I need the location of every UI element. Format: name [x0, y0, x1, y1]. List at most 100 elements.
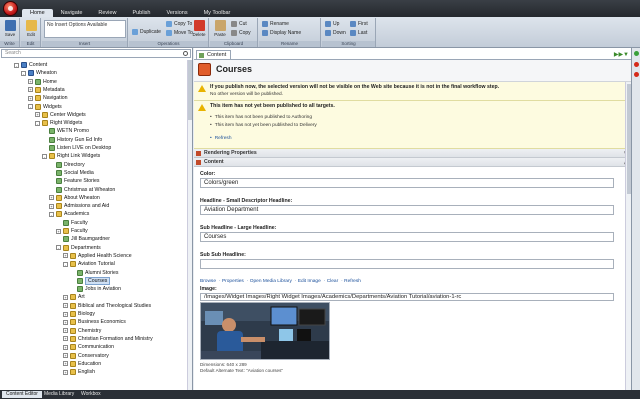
expand-icon[interactable]: +	[63, 328, 68, 334]
tab-navigate[interactable]: Navigate	[53, 9, 91, 17]
down-button[interactable]: Down	[324, 29, 346, 37]
tree-scrollbar[interactable]	[187, 60, 192, 390]
tab-media-library[interactable]: Media Library	[40, 391, 78, 398]
error-marker-icon[interactable]	[634, 62, 639, 67]
clear-link[interactable]: Clear	[327, 279, 338, 284]
edit-image-link[interactable]: Edit Image	[298, 279, 321, 284]
tree-node[interactable]: + Communication	[63, 343, 114, 351]
rename-button[interactable]: Rename	[261, 20, 289, 28]
image-path-field[interactable]: /Images/Widget Images/Right Widget Image…	[200, 293, 614, 301]
move-to-button[interactable]: Move To	[165, 29, 193, 37]
tab-review[interactable]: Review	[90, 9, 124, 17]
duplicate-button[interactable]: Duplicate	[131, 28, 161, 36]
expand-icon[interactable]: +	[63, 344, 68, 350]
expand-icon[interactable]: +	[63, 303, 68, 309]
tree-node[interactable]: + Biblical and Theological Studies	[63, 302, 151, 310]
tree-node[interactable]: - Widgets	[28, 103, 62, 111]
tab-workbox[interactable]: Workbox	[77, 391, 105, 398]
tree-node[interactable]: + Conservatory	[63, 352, 109, 360]
tab-publish[interactable]: Publish	[124, 9, 158, 17]
last-button[interactable]: Last	[349, 29, 367, 37]
open-media-library-link[interactable]: Open Media Library	[250, 279, 292, 284]
search-input[interactable]: Search	[1, 49, 191, 58]
tab-content-editor[interactable]: Content Editor	[2, 391, 42, 398]
collapse-icon[interactable]: -	[42, 153, 47, 159]
tree-node[interactable]: + Home	[28, 78, 57, 86]
tree-node[interactable]: WETN Promo	[42, 127, 89, 135]
sub-sub-headline-field[interactable]	[200, 259, 614, 269]
tree-node[interactable]: Christmas at Wheaton	[49, 186, 115, 194]
collapse-icon[interactable]: -	[63, 261, 68, 267]
refresh-link[interactable]: Refresh	[210, 136, 232, 141]
expand-icon[interactable]: +	[28, 95, 33, 101]
expand-icon[interactable]: +	[63, 336, 68, 342]
expand-icon[interactable]: +	[63, 253, 68, 259]
expand-icon[interactable]: +	[35, 112, 40, 118]
tree-node[interactable]: + Chemistry	[63, 327, 101, 335]
tree-scroll-thumb[interactable]	[188, 60, 192, 120]
up-button[interactable]: Up	[324, 20, 339, 28]
tree-node[interactable]: - Wheaton	[21, 69, 57, 77]
tree-node[interactable]: + Navigation	[28, 94, 68, 102]
tree-node[interactable]: - Right Link Widgets	[42, 152, 100, 160]
collapse-icon[interactable]: -	[35, 120, 40, 126]
expand-icon[interactable]: +	[63, 319, 68, 325]
tree-node[interactable]: Courses	[70, 276, 111, 285]
refresh-image-link[interactable]: Refresh	[344, 279, 361, 284]
browse-link[interactable]: Browse	[200, 279, 216, 284]
tab-versions[interactable]: Versions	[158, 9, 195, 17]
tree-node[interactable]: Alumni Stories	[70, 269, 118, 277]
tree-node[interactable]: + Center Widgets	[35, 111, 86, 119]
tree-node[interactable]: + Metadata	[28, 86, 65, 94]
app-menu-orb-icon[interactable]	[3, 1, 18, 16]
tree-node[interactable]: + English	[63, 368, 95, 376]
section-content[interactable]: Content ∧	[194, 158, 631, 167]
tree-node[interactable]: + About Wheaton	[49, 194, 100, 202]
tree-node[interactable]: Feature Stories	[49, 177, 99, 185]
expand-icon[interactable]: +	[63, 294, 68, 300]
collapse-icon[interactable]: -	[49, 211, 54, 217]
error-marker-icon[interactable]	[634, 72, 639, 77]
expand-icon[interactable]: +	[56, 228, 61, 234]
tree-node[interactable]: + Admissions and Aid	[49, 202, 109, 210]
expand-icon[interactable]: +	[49, 195, 54, 201]
expand-icon[interactable]: +	[28, 79, 33, 85]
expand-icon[interactable]: +	[49, 203, 54, 209]
copy-button[interactable]: Copy	[230, 29, 251, 37]
expand-icon[interactable]: +	[63, 361, 68, 367]
tree-node[interactable]: + Art	[63, 293, 85, 301]
collapse-icon[interactable]: -	[56, 245, 61, 251]
insert-options-list[interactable]: No Insert Options Available	[44, 20, 126, 38]
section-rendering-properties[interactable]: Rendering Properties ∨	[194, 149, 631, 158]
search-icon[interactable]	[183, 51, 188, 56]
cut-button[interactable]: Cut	[230, 20, 247, 28]
save-button[interactable]: Save	[1, 19, 19, 40]
tab-home[interactable]: Home	[22, 9, 53, 17]
tree-node[interactable]: - Academics	[49, 210, 89, 218]
paste-button[interactable]: Paste	[211, 19, 229, 40]
tree-node[interactable]: History Gun Ed Info	[42, 136, 102, 144]
expand-icon[interactable]: +	[63, 353, 68, 358]
copy-to-button[interactable]: Copy To	[165, 20, 192, 28]
tree-node[interactable]: - Aviation Tutorial	[63, 260, 115, 268]
tree-node[interactable]: - Right Widgets	[35, 119, 82, 127]
collapse-icon[interactable]: -	[21, 70, 26, 76]
tree-node[interactable]: + Applied Health Science	[63, 252, 132, 260]
tab-content[interactable]: Content	[196, 50, 232, 59]
delete-button[interactable]: Delete	[190, 19, 208, 40]
headline-field[interactable]: Aviation Department	[200, 205, 614, 215]
tree-node[interactable]: - Departments	[56, 244, 101, 252]
tree-node[interactable]: + Business Economics	[63, 318, 126, 326]
tree-node[interactable]: - Content	[14, 61, 47, 69]
tree-node[interactable]: Jill Baumgardner	[56, 235, 110, 243]
tree-node[interactable]: Faculty	[56, 219, 88, 227]
sub-headline-field[interactable]: Courses	[200, 232, 614, 242]
tree-node[interactable]: + Education	[63, 360, 101, 368]
collapse-icon[interactable]: -	[28, 104, 33, 109]
tree-node[interactable]: + Biology	[63, 310, 95, 318]
tree-node[interactable]: Jobs in Aviation	[70, 285, 121, 293]
tree-node[interactable]: + Christian Formation and Ministry	[63, 335, 153, 343]
tree-node[interactable]: Social Media	[49, 169, 94, 177]
expand-icon[interactable]: +	[28, 87, 33, 93]
collapse-icon[interactable]: -	[14, 62, 19, 68]
